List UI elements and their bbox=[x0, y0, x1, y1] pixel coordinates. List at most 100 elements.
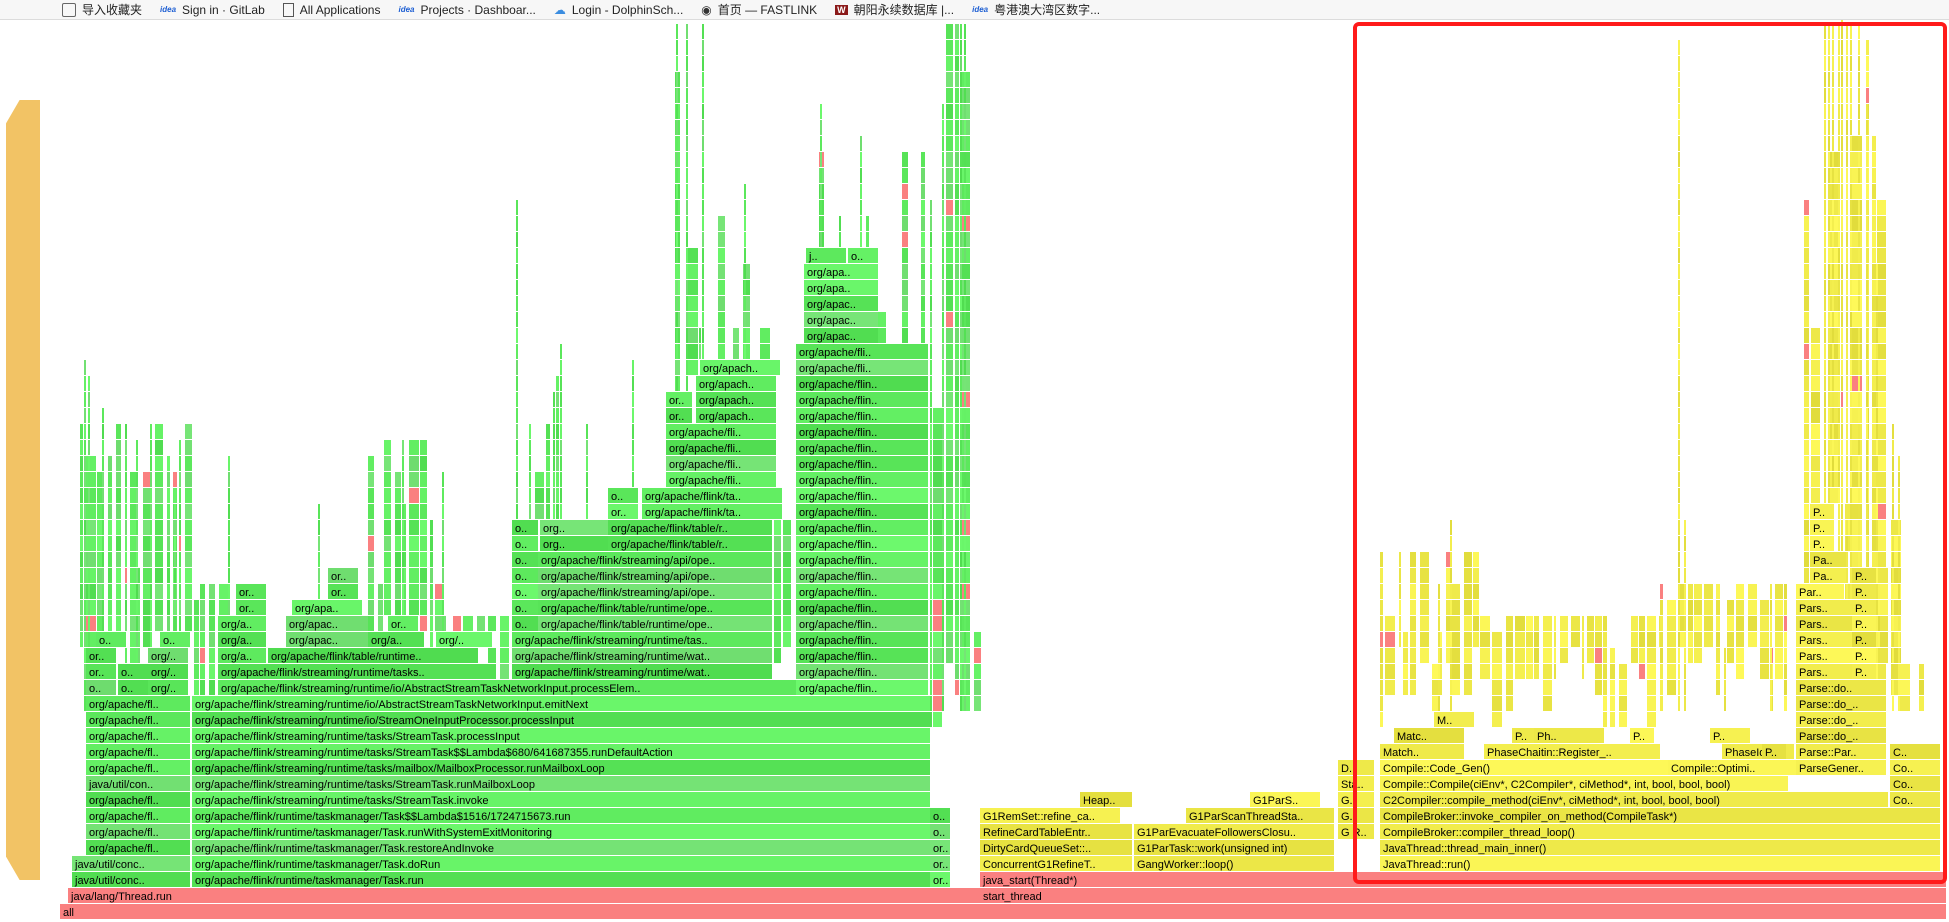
flame-frame[interactable] bbox=[686, 216, 688, 231]
flame-frame[interactable] bbox=[1582, 664, 1584, 679]
flame-frame[interactable] bbox=[80, 616, 83, 631]
flame-frame[interactable] bbox=[125, 456, 127, 471]
flame-frame[interactable] bbox=[1898, 600, 1900, 615]
flame-frame[interactable] bbox=[395, 536, 401, 551]
flame-frame[interactable] bbox=[1399, 632, 1401, 647]
flame-frame[interactable] bbox=[1866, 472, 1868, 487]
flame-frame[interactable] bbox=[1595, 632, 1602, 647]
flame-frame[interactable] bbox=[718, 232, 725, 247]
flame-frame[interactable] bbox=[384, 456, 391, 471]
flame-frame[interactable] bbox=[1832, 56, 1834, 71]
flame-frame[interactable] bbox=[1858, 520, 1860, 535]
flame-frame[interactable] bbox=[1841, 360, 1843, 375]
flame-frame[interactable] bbox=[384, 552, 391, 567]
flame-frame[interactable] bbox=[1828, 328, 1830, 343]
flame-frame[interactable] bbox=[1582, 616, 1584, 631]
flame-frame[interactable] bbox=[1560, 648, 1568, 663]
flame-frame[interactable] bbox=[116, 440, 121, 455]
flame-frame[interactable] bbox=[718, 296, 725, 311]
flame-frame[interactable] bbox=[1850, 488, 1852, 503]
flame-frame[interactable] bbox=[1647, 616, 1656, 631]
flame-frame[interactable] bbox=[1846, 328, 1848, 343]
flame-frame[interactable] bbox=[1446, 568, 1450, 583]
flame-frame[interactable] bbox=[1846, 216, 1848, 231]
flame-frame[interactable] bbox=[942, 344, 944, 359]
flame-frame[interactable] bbox=[1850, 360, 1852, 375]
flame-frame[interactable] bbox=[942, 392, 944, 407]
flame-frame[interactable] bbox=[866, 232, 869, 247]
flame-frame[interactable] bbox=[1464, 648, 1472, 663]
flame-frame[interactable] bbox=[500, 616, 509, 631]
flame-frame[interactable] bbox=[1784, 584, 1787, 599]
flame-frame[interactable] bbox=[516, 392, 518, 407]
flame-frame[interactable] bbox=[402, 456, 404, 471]
flame-frame[interactable] bbox=[1838, 72, 1840, 87]
flame-frame[interactable] bbox=[921, 328, 925, 343]
bookmark-item[interactable]: W 朝阳永续数据库 |... bbox=[835, 1, 954, 18]
flame-frame[interactable] bbox=[80, 536, 83, 551]
flame-frame[interactable] bbox=[1858, 456, 1860, 471]
flame-frame[interactable] bbox=[1841, 104, 1843, 119]
flame-frame[interactable] bbox=[1678, 232, 1680, 247]
flame-frame[interactable] bbox=[960, 72, 962, 87]
flame-frame[interactable] bbox=[1858, 552, 1860, 567]
flame-frame[interactable] bbox=[185, 472, 192, 487]
flame-frame[interactable] bbox=[586, 472, 588, 487]
flame-frame[interactable] bbox=[529, 456, 531, 471]
flame-frame[interactable] bbox=[1760, 616, 1769, 631]
flame-frame[interactable] bbox=[686, 104, 688, 119]
flame-frame[interactable] bbox=[960, 424, 962, 439]
flame-frame[interactable] bbox=[209, 600, 215, 615]
flame-frame[interactable] bbox=[1866, 552, 1868, 567]
flame-frame[interactable] bbox=[318, 552, 320, 567]
flame-frame[interactable] bbox=[1852, 184, 1862, 199]
flame-frame[interactable] bbox=[1850, 136, 1852, 151]
flame-frame[interactable] bbox=[1824, 232, 1826, 247]
flame-frame[interactable] bbox=[442, 504, 444, 519]
flame-frame[interactable] bbox=[1631, 632, 1638, 647]
flame-frame[interactable] bbox=[1804, 392, 1809, 407]
flame-frame[interactable] bbox=[1876, 536, 1878, 551]
flame-frame[interactable] bbox=[102, 536, 104, 551]
flame-frame[interactable] bbox=[1506, 616, 1513, 631]
flame-frame[interactable] bbox=[1473, 584, 1479, 599]
flame-frame[interactable] bbox=[136, 600, 138, 615]
flame-frame[interactable] bbox=[155, 456, 163, 471]
flame-frame[interactable] bbox=[1694, 632, 1702, 647]
flame-frame[interactable] bbox=[125, 424, 127, 439]
flame-frame[interactable] bbox=[964, 696, 966, 711]
flame-frame[interactable] bbox=[1838, 200, 1840, 215]
flame-frame[interactable] bbox=[529, 488, 531, 503]
flame-frame[interactable] bbox=[1877, 296, 1886, 311]
flame-frame[interactable] bbox=[946, 88, 953, 103]
flame-frame[interactable] bbox=[102, 424, 104, 439]
flame-frame[interactable] bbox=[921, 168, 925, 183]
flame-frame[interactable] bbox=[1688, 616, 1693, 631]
flame-frame[interactable] bbox=[1828, 376, 1830, 391]
flame-frame[interactable] bbox=[102, 600, 104, 615]
flame-frame[interactable] bbox=[964, 376, 966, 391]
flame-frame[interactable] bbox=[1410, 552, 1416, 567]
flame-frame[interactable] bbox=[1647, 696, 1656, 711]
flame-frame[interactable] bbox=[1858, 136, 1860, 151]
flame-frame[interactable] bbox=[930, 520, 932, 535]
flame-frame[interactable] bbox=[1678, 632, 1680, 647]
flame-frame[interactable] bbox=[1852, 408, 1862, 423]
flame-frame[interactable] bbox=[1858, 248, 1860, 263]
flame-frame[interactable] bbox=[1858, 504, 1860, 519]
flame-frame[interactable] bbox=[744, 328, 746, 343]
flame-frame[interactable] bbox=[1450, 600, 1452, 615]
flame-frame[interactable] bbox=[702, 232, 704, 247]
flame-frame[interactable] bbox=[1846, 184, 1848, 199]
flame-frame[interactable] bbox=[535, 488, 544, 503]
flame-frame[interactable] bbox=[1850, 168, 1852, 183]
flame-frame[interactable] bbox=[960, 472, 962, 487]
flame-frame[interactable] bbox=[930, 632, 932, 647]
flame-frame[interactable] bbox=[1898, 584, 1900, 599]
flame-frame[interactable] bbox=[1832, 72, 1834, 87]
flame-frame[interactable] bbox=[1838, 232, 1840, 247]
flame-frame[interactable] bbox=[150, 520, 152, 535]
flame-frame[interactable] bbox=[1450, 632, 1452, 647]
flame-frame[interactable] bbox=[194, 600, 199, 615]
flame-frame[interactable] bbox=[1866, 376, 1868, 391]
